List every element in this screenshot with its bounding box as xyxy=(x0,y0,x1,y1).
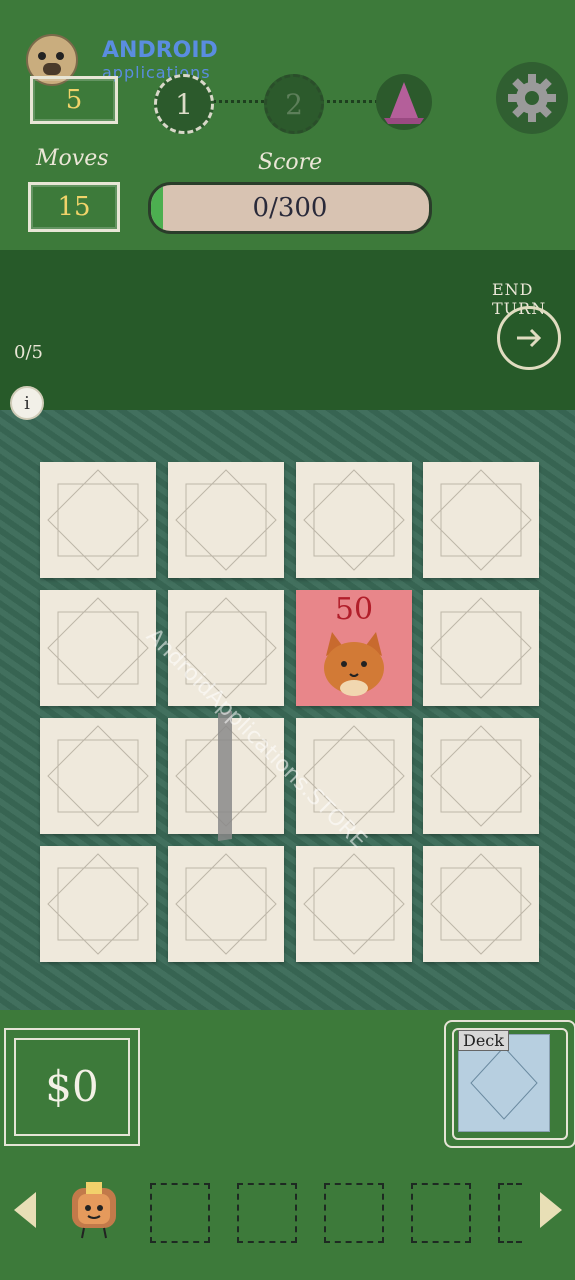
watermark-brand-top: ANDROID xyxy=(102,38,218,63)
scroll-right-icon[interactable] xyxy=(538,1190,564,1234)
level-1-label: 1 xyxy=(175,87,193,121)
level-node-1: 1 xyxy=(154,74,214,134)
empty-card[interactable] xyxy=(423,462,539,578)
inventory-slot[interactable] xyxy=(324,1183,384,1243)
empty-card[interactable] xyxy=(423,846,539,962)
empty-card[interactable] xyxy=(40,718,156,834)
moves-counter: 15 xyxy=(28,182,120,232)
empty-card[interactable] xyxy=(168,590,284,706)
level-node-2: 2 xyxy=(264,74,324,134)
wizard-hat-icon xyxy=(376,74,432,130)
card-pattern-icon xyxy=(430,469,532,571)
card-pattern-icon xyxy=(430,597,532,699)
moves-label: Moves xyxy=(36,146,109,171)
card-pattern-icon xyxy=(175,597,277,699)
info-label: i xyxy=(24,392,30,414)
arrow-right-icon xyxy=(517,328,542,348)
moves-value: 15 xyxy=(57,192,91,222)
inventory-slot[interactable] xyxy=(411,1183,471,1243)
empty-card[interactable] xyxy=(296,846,412,962)
toast-character-icon[interactable] xyxy=(64,1180,124,1240)
card-pattern-icon xyxy=(47,469,149,571)
deck-box[interactable]: Deck xyxy=(444,1020,575,1148)
card-pattern-icon xyxy=(47,853,149,955)
turns-counter: 5 xyxy=(30,76,118,124)
scroll-left-icon[interactable] xyxy=(12,1190,38,1234)
empty-card[interactable] xyxy=(296,462,412,578)
cat-card-value: 50 xyxy=(334,592,374,627)
score-bar: 0/300 xyxy=(148,182,432,234)
card-pattern-icon xyxy=(47,597,149,699)
empty-card[interactable] xyxy=(168,846,284,962)
info-button[interactable]: i xyxy=(10,386,44,420)
empty-card[interactable] xyxy=(40,462,156,578)
hand-counter: 0/5 xyxy=(14,342,43,363)
empty-card[interactable] xyxy=(168,462,284,578)
money-box: $0 xyxy=(4,1028,140,1146)
card-pattern-icon xyxy=(175,469,277,571)
cat-card[interactable]: 50 xyxy=(296,590,412,706)
inventory-slot[interactable] xyxy=(237,1183,297,1243)
empty-card[interactable] xyxy=(423,718,539,834)
empty-card[interactable] xyxy=(296,718,412,834)
empty-card[interactable] xyxy=(40,846,156,962)
score-value: 0/300 xyxy=(252,193,328,223)
hand-area xyxy=(0,250,575,410)
end-turn-button[interactable] xyxy=(497,306,561,370)
cat-icon xyxy=(324,632,384,696)
card-pattern-icon xyxy=(303,853,405,955)
card-pattern-icon xyxy=(430,725,532,827)
card-pattern-icon xyxy=(303,725,405,827)
money-value: $0 xyxy=(45,1062,99,1111)
card-pattern-icon xyxy=(303,469,405,571)
empty-card[interactable] xyxy=(423,590,539,706)
card-pattern-icon xyxy=(47,725,149,827)
inventory-slot[interactable] xyxy=(498,1183,522,1243)
card-pattern-icon xyxy=(175,853,277,955)
inventory-slot[interactable] xyxy=(150,1183,210,1243)
empty-card[interactable] xyxy=(40,590,156,706)
deck-label: Deck xyxy=(458,1030,509,1051)
level-2-label: 2 xyxy=(285,87,303,121)
gear-icon[interactable] xyxy=(496,62,568,134)
turns-value: 5 xyxy=(65,85,83,115)
score-label: Score xyxy=(258,150,323,175)
watermark-brand: ANDROID applications xyxy=(102,40,218,84)
card-pattern-icon xyxy=(430,853,532,955)
